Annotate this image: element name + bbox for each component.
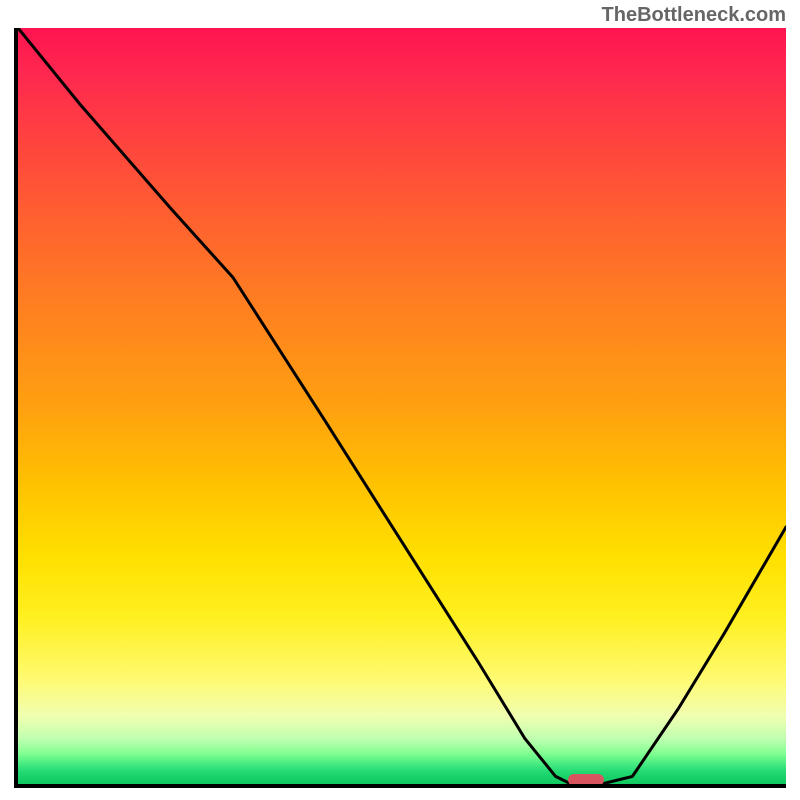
chart-background-gradient	[18, 28, 786, 784]
optimal-point-marker	[568, 774, 604, 786]
chart-plot-area	[14, 28, 786, 788]
watermark-text: TheBottleneck.com	[602, 4, 786, 27]
